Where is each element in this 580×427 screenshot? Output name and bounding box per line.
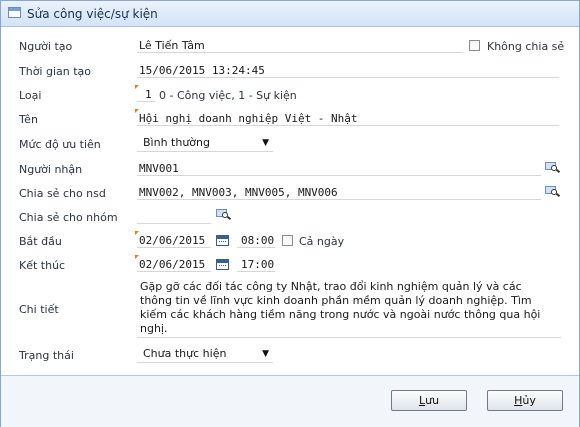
calendar-icon[interactable] — [216, 235, 229, 246]
recipient-field-line — [137, 175, 541, 176]
type-field-line — [137, 101, 155, 102]
dialog-titlebar: Sửa công việc/sự kiện — [1, 1, 579, 27]
share-users-input[interactable]: MNV002, MNV003, MNV005, MNV006 — [139, 186, 338, 199]
dialog-title: Sửa công việc/sự kiện — [27, 7, 158, 21]
priority-field-line — [137, 151, 273, 152]
recipient-input[interactable]: MNV001 — [139, 162, 179, 175]
end-label: Kết thúc — [19, 259, 66, 272]
creator-value: Lê Tiến Tâm — [139, 39, 205, 52]
start-time-input[interactable]: 08:00 — [241, 234, 274, 247]
cancel-label: ủy — [522, 394, 536, 407]
start-date-input[interactable]: 02/06/2015 — [139, 234, 205, 247]
detail-line: kiếm các khách hàng tiềm năng trong nước… — [140, 308, 541, 321]
detail-textarea[interactable]: Gặp gỡ các đối tác công ty Nhật, trao đổ… — [137, 279, 561, 338]
created-time-field-line — [137, 77, 559, 78]
name-label: Tên — [19, 113, 38, 126]
save-button[interactable]: Lưu — [391, 390, 467, 411]
detail-label: Chi tiết — [19, 303, 59, 316]
cancel-button[interactable]: Hủy — [487, 390, 563, 411]
start-date-field-line — [137, 247, 211, 248]
priority-label: Mức độ ưu tiên — [19, 138, 101, 151]
type-input[interactable]: 1 — [145, 88, 152, 101]
recipient-label: Người nhận — [19, 163, 83, 176]
all-day-checkbox[interactable] — [282, 235, 293, 246]
chevron-down-icon: ▼ — [262, 349, 269, 359]
chevron-down-icon: ▼ — [262, 138, 269, 148]
save-label: ưu — [425, 394, 440, 407]
dialog-footer: Lưu Hủy — [1, 375, 579, 427]
type-label: Loại — [19, 89, 42, 102]
detail-line: nghị. — [140, 322, 168, 335]
share-groups-label: Chia sẻ cho nhóm — [19, 211, 118, 224]
priority-value: Bình thường — [143, 136, 210, 149]
required-marker — [135, 85, 139, 89]
status-dropdown[interactable]: Chưa thực hiện ▼ — [139, 346, 273, 362]
type-hint: 0 - Công việc, 1 - Sự kiện — [159, 89, 297, 102]
status-field-line — [137, 362, 273, 363]
priority-dropdown[interactable]: Bình thường ▼ — [139, 135, 273, 151]
created-time-value: 15/06/2015 13:24:45 — [139, 64, 265, 77]
start-label: Bắt đầu — [19, 235, 62, 248]
share-groups-field-line — [137, 223, 211, 224]
end-date-field-line — [137, 271, 211, 272]
status-label: Trạng thái — [19, 349, 74, 362]
created-time-label: Thời gian tạo — [19, 65, 92, 78]
no-share-checkbox[interactable] — [469, 40, 480, 51]
share-users-label: Chia sẻ cho nsd — [19, 187, 106, 200]
lookup-icon[interactable] — [545, 186, 561, 198]
name-input[interactable]: Hội nghị doanh nghiệp Việt - Nhật — [139, 112, 358, 125]
creator-label: Người tạo — [19, 40, 73, 53]
all-day-label: Cả ngày — [299, 235, 345, 248]
creator-field-line — [137, 52, 463, 53]
share-users-field-line — [137, 199, 541, 200]
detail-line: thông tin về lĩnh vực kinh doanh phần mề… — [140, 294, 532, 307]
detail-line: Gặp gỡ các đối tác công ty Nhật, trao đổ… — [140, 280, 522, 293]
calendar-icon[interactable] — [216, 259, 229, 270]
end-time-field-line — [237, 271, 275, 272]
start-time-field-line — [237, 247, 275, 248]
no-share-label: Không chia sẻ — [487, 40, 565, 53]
lookup-icon[interactable] — [216, 209, 232, 221]
window-icon — [8, 7, 21, 18]
end-date-input[interactable]: 02/06/2015 — [139, 258, 205, 271]
end-time-input[interactable]: 17:00 — [241, 258, 274, 271]
lookup-icon[interactable] — [545, 162, 561, 174]
edit-event-dialog: Sửa công việc/sự kiện Người tạo Lê Tiến … — [0, 0, 580, 427]
status-value: Chưa thực hiện — [143, 347, 227, 360]
name-field-line — [137, 125, 559, 126]
